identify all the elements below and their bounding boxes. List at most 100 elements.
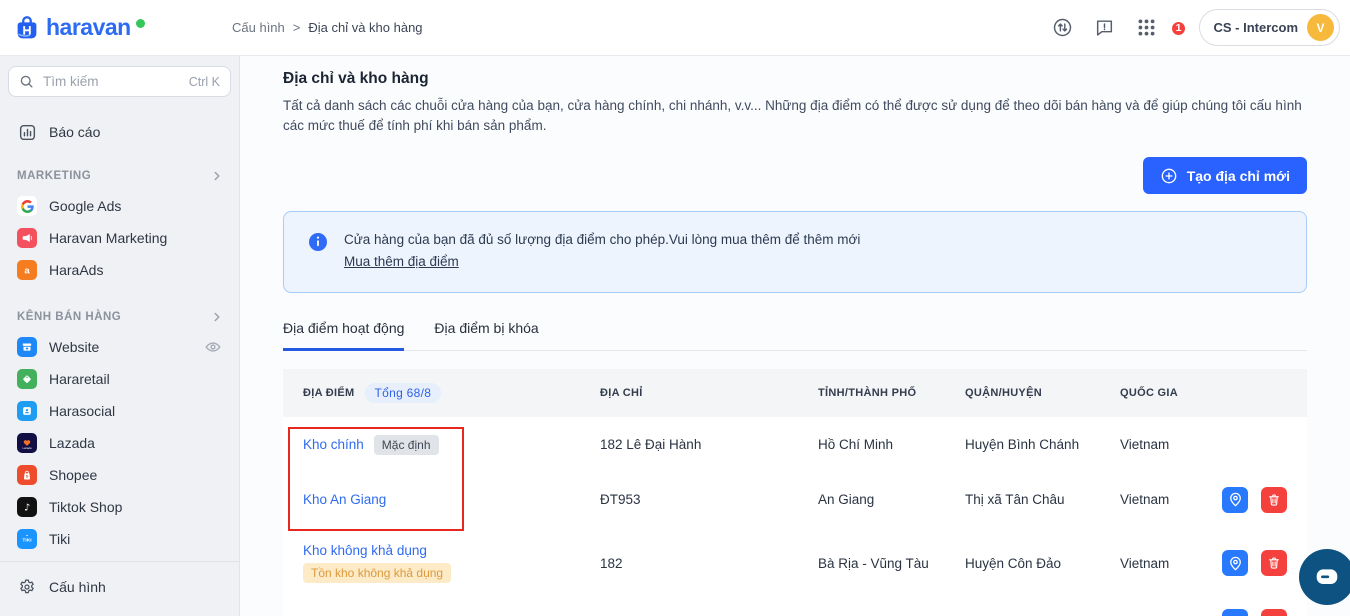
- default-badge: Mặc định: [373, 434, 439, 455]
- sidebar-item-bao-cao[interactable]: Báo cáo: [0, 116, 239, 148]
- tiki-icon: TIKI: [17, 529, 37, 549]
- warehouse-link[interactable]: Kho An Giang: [303, 492, 386, 507]
- create-address-label: Tạo địa chỉ mới: [1186, 167, 1290, 184]
- unavailable-stock-badge: Tồn kho không khả dụng: [303, 563, 452, 583]
- feedback-icon[interactable]: [1094, 17, 1115, 38]
- svg-text:a: a: [24, 266, 30, 277]
- apps-grid-icon[interactable]: [1136, 17, 1157, 38]
- sidebar-item-tiktok-shop[interactable]: ♪ Tiktok Shop: [0, 491, 239, 523]
- address-cell: 182: [600, 555, 623, 571]
- sidebar-item-label: Cấu hình: [49, 579, 106, 595]
- col-header-location: ĐỊA ĐIỂM Tổng 68/8: [283, 383, 580, 403]
- table-row: Kho không khả dụng Tồn kho không khả dụn…: [283, 527, 1307, 599]
- shopee-icon: S: [17, 465, 37, 485]
- sidebar-item-label: Shopee: [49, 467, 98, 483]
- chat-widget-button[interactable]: [1299, 549, 1350, 605]
- svg-text:TIKI: TIKI: [22, 538, 32, 544]
- haravan-bag-icon: [12, 13, 42, 43]
- sidebar-item-shopee[interactable]: S Shopee: [0, 459, 239, 491]
- location-cell: Kho không khả dụng Tồn kho không khả dụn…: [283, 543, 580, 583]
- warehouse-link[interactable]: Kho chính: [303, 437, 364, 452]
- location-tabs: Địa điểm hoạt động Địa điểm bị khóa: [283, 320, 1307, 351]
- lazada-icon: Lazada: [17, 433, 37, 453]
- sync-icon[interactable]: [1052, 17, 1073, 38]
- sidebar-item-label: Tiki: [49, 531, 71, 547]
- actions-cell: [1205, 486, 1307, 513]
- location-pin-button[interactable]: [1222, 550, 1248, 576]
- sidebar-item-label: Haravan Marketing: [49, 230, 168, 246]
- notification-count-badge: 1: [1169, 19, 1188, 37]
- sidebar-item-label: Harasocial: [49, 403, 116, 419]
- province-cell: An Giang: [818, 492, 875, 507]
- logo-wordmark: haravan: [46, 14, 131, 40]
- sidebar-search[interactable]: Ctrl K: [8, 66, 231, 97]
- col-header-district: QUẬN/HUYỆN: [965, 387, 1042, 399]
- country-cell: Vietnam: [1120, 492, 1170, 507]
- sidebar-item-cau-hinh[interactable]: Cấu hình: [0, 568, 239, 606]
- table-row-partial: [283, 599, 1307, 616]
- haraads-icon: a: [17, 260, 37, 280]
- location-cell: Kho An Giang: [283, 492, 580, 507]
- hararetail-icon: [17, 369, 37, 389]
- haravan-logo[interactable]: haravan: [0, 13, 222, 43]
- header-actions: 1 CS - Intercom V: [1052, 9, 1350, 46]
- search-shortcut: Ctrl K: [188, 74, 220, 89]
- warehouse-link[interactable]: Kho không khả dụng: [303, 543, 427, 558]
- location-pin-button[interactable]: [1222, 609, 1248, 616]
- sidebar-item-haraads[interactable]: a HaraAds: [0, 254, 239, 286]
- banner-message: Cửa hàng của bạn đã đủ số lượng địa điểm…: [344, 232, 861, 247]
- breadcrumb-parent[interactable]: Cấu hình: [232, 20, 285, 35]
- tab-active-locations[interactable]: Địa điểm hoạt động: [283, 320, 405, 351]
- haravan-marketing-icon: [17, 228, 37, 248]
- col-header-province: TỈNH/THÀNH PHỐ: [818, 387, 917, 399]
- col-header-country: QUỐC GIA: [1120, 387, 1179, 399]
- sidebar-item-google-ads[interactable]: Google Ads: [0, 190, 239, 222]
- trash-button[interactable]: [1261, 609, 1287, 616]
- trash-button[interactable]: [1261, 486, 1287, 513]
- country-cell: Vietnam: [1120, 437, 1170, 452]
- section-label: KÊNH BÁN HÀNG: [17, 311, 122, 323]
- sidebar-item-harasocial[interactable]: Harasocial: [0, 395, 239, 427]
- sidebar-item-label: Báo cáo: [49, 124, 101, 140]
- search-icon: [19, 74, 35, 90]
- sidebar-section-kenh-ban-hang[interactable]: KÊNH BÁN HÀNG: [0, 310, 239, 324]
- sidebar-item-tiki[interactable]: TIKI Tiki: [0, 523, 239, 555]
- breadcrumb-separator: >: [292, 20, 301, 35]
- address-cell: 182 Lê Đại Hành: [600, 437, 702, 452]
- website-icon: [17, 337, 37, 357]
- sidebar-item-label: Lazada: [49, 435, 95, 451]
- sidebar-item-label: Website: [49, 339, 100, 355]
- logo-status-dot: [135, 19, 145, 28]
- country-cell: Vietnam: [1120, 555, 1170, 571]
- sidebar-item-haravan-marketing[interactable]: Haravan Marketing: [0, 222, 239, 254]
- trash-button[interactable]: [1261, 550, 1287, 576]
- district-cell: Huyện Côn Đảo: [965, 555, 1062, 571]
- account-name: CS - Intercom: [1213, 20, 1298, 35]
- account-menu[interactable]: CS - Intercom V: [1199, 9, 1340, 46]
- breadcrumb-current: Địa chỉ và kho hàng: [308, 20, 423, 35]
- main-content: Địa chỉ và kho hàng Tất cả danh sách các…: [240, 56, 1350, 616]
- search-input[interactable]: [43, 74, 181, 89]
- info-banner: Cửa hàng của bạn đã đủ số lượng địa điểm…: [283, 211, 1307, 293]
- buy-more-locations-link[interactable]: Mua thêm địa điểm: [344, 254, 459, 269]
- top-header: haravan Cấu hình > Địa chỉ và kho hàng 1…: [0, 0, 1350, 56]
- chat-bubble-icon: [1314, 564, 1340, 590]
- plus-circle-icon: [1160, 167, 1178, 185]
- tiktok-icon: ♪: [17, 497, 37, 517]
- avatar: V: [1307, 14, 1334, 41]
- location-pin-button[interactable]: [1222, 486, 1248, 513]
- sidebar-item-hararetail[interactable]: Hararetail: [0, 363, 239, 395]
- sidebar-section-marketing[interactable]: MARKETING: [0, 169, 239, 183]
- eye-icon[interactable]: [204, 338, 222, 356]
- sidebar-item-label: Hararetail: [49, 371, 110, 387]
- col-header-label: ĐỊA ĐIỂM: [303, 387, 355, 399]
- create-address-button[interactable]: Tạo địa chỉ mới: [1142, 157, 1307, 194]
- tab-locked-locations[interactable]: Địa điểm bị khóa: [434, 320, 538, 350]
- svg-text:♪: ♪: [24, 503, 30, 514]
- sidebar-item-website[interactable]: Website: [0, 331, 239, 363]
- sidebar-item-label: HaraAds: [49, 262, 104, 278]
- harasocial-icon: [17, 401, 37, 421]
- sidebar-item-label: Google Ads: [49, 198, 122, 214]
- sidebar-item-lazada[interactable]: Lazada Lazada: [0, 427, 239, 459]
- actions-cell: [1205, 550, 1307, 576]
